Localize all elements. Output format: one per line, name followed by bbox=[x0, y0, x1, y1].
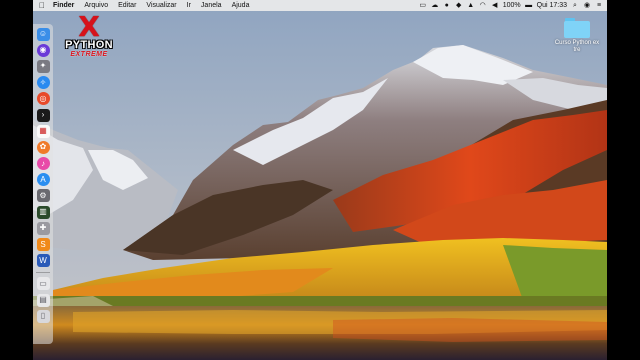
cloud-icon[interactable]: ☁ bbox=[431, 2, 439, 9]
folder-icon bbox=[564, 18, 590, 38]
menu-ir[interactable]: Ir bbox=[187, 2, 191, 9]
battery-icon[interactable]: ▬ bbox=[525, 2, 533, 9]
menu-arquivo[interactable]: Arquivo bbox=[84, 2, 108, 9]
chrome-icon[interactable]: ◎ bbox=[36, 92, 50, 106]
menu-ajuda[interactable]: Ajuda bbox=[232, 2, 250, 9]
desktop-wallpaper bbox=[33, 0, 607, 360]
folder-label-line1: Curso Python ex bbox=[554, 40, 600, 46]
airplay-icon[interactable]: ▲ bbox=[467, 2, 475, 9]
photos-icon[interactable]: ✿ bbox=[36, 140, 50, 154]
wifi-icon[interactable]: ◠ bbox=[479, 2, 487, 9]
dock-separator bbox=[36, 271, 50, 273]
desktop-screen:  Finder Arquivo Editar Visualizar Ir Ja… bbox=[33, 0, 607, 360]
logo-line2: EXTREME bbox=[70, 51, 108, 58]
menu-editar[interactable]: Editar bbox=[118, 2, 136, 9]
siri-icon[interactable]: ◉ bbox=[36, 43, 50, 57]
battery-percent: 100% bbox=[502, 2, 521, 9]
display-icon[interactable]: ▭ bbox=[419, 2, 427, 9]
system-preferences-icon[interactable]: ⚙ bbox=[36, 189, 50, 203]
trash-icon[interactable]: ▯ bbox=[36, 309, 50, 323]
apple-icon[interactable]:  bbox=[36, 1, 48, 10]
word-icon[interactable]: W bbox=[36, 254, 50, 268]
menu-visualizar[interactable]: Visualizar bbox=[146, 2, 176, 9]
dock: ☺ ◉ ✦ ✧ ◎ › ▦ ✿ ♪ A ⚙ ▥ ✚ S W ▭ ▤ ▯ bbox=[33, 24, 53, 344]
launchpad-icon[interactable]: ✦ bbox=[36, 59, 50, 73]
menu-app-finder[interactable]: Finder bbox=[53, 2, 74, 9]
itunes-icon[interactable]: ♪ bbox=[36, 157, 50, 171]
notification-center-icon[interactable]: ≡ bbox=[595, 2, 603, 9]
logo-line1: PYTHON bbox=[65, 39, 113, 51]
user-icon[interactable]: ◉ bbox=[583, 2, 591, 9]
python-extreme-logo: X PYTHON EXTREME bbox=[59, 10, 119, 70]
automator-icon[interactable]: ✚ bbox=[36, 221, 50, 235]
terminal-icon[interactable]: › bbox=[36, 108, 50, 122]
clock[interactable]: Qui 17:33 bbox=[537, 2, 567, 9]
search-icon[interactable]: ⌕ bbox=[571, 2, 579, 9]
folder-label: Curso Python ex tre bbox=[549, 40, 605, 54]
safari-icon[interactable]: ✧ bbox=[36, 76, 50, 90]
downloads-stack-icon[interactable]: ▭ bbox=[36, 277, 50, 291]
dropbox-icon[interactable]: ◆ bbox=[455, 2, 463, 9]
menu-bar:  Finder Arquivo Editar Visualizar Ir Ja… bbox=[33, 0, 607, 11]
desktop-folder[interactable]: Curso Python ex tre bbox=[549, 18, 605, 54]
recording-icon[interactable]: ● bbox=[443, 2, 451, 9]
status-area: ▭ ☁ ● ◆ ▲ ◠ ◀ 100% ▬ Qui 17:33 ⌕ ◉ ≡ bbox=[419, 2, 607, 9]
menu-janela[interactable]: Janela bbox=[201, 2, 222, 9]
calendar-icon[interactable]: ▦ bbox=[36, 124, 50, 138]
finder-icon[interactable]: ☺ bbox=[36, 27, 50, 41]
sublime-text-icon[interactable]: S bbox=[36, 238, 50, 252]
app-store-icon[interactable]: A bbox=[36, 173, 50, 187]
volume-icon[interactable]: ◀ bbox=[491, 2, 499, 9]
documents-stack-icon[interactable]: ▤ bbox=[36, 293, 50, 307]
logo-mark: X bbox=[78, 10, 100, 43]
activity-monitor-icon[interactable]: ▥ bbox=[36, 205, 50, 219]
folder-label-line2: tre bbox=[573, 47, 581, 53]
